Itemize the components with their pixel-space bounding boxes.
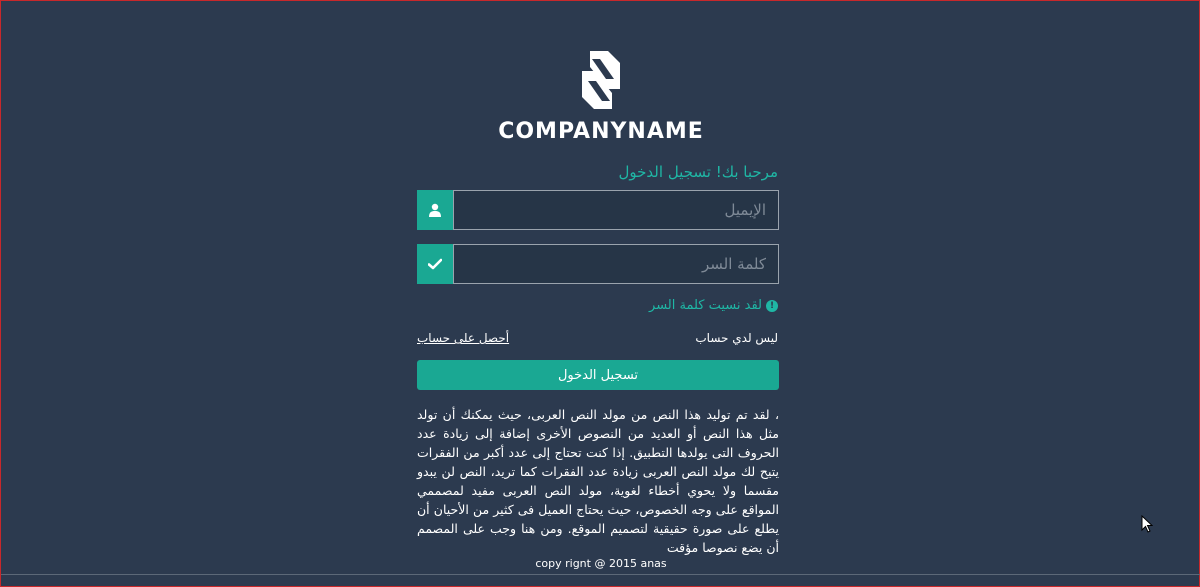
forgot-password-label: لقد نسيت كلمة السر — [649, 298, 762, 313]
mouse-cursor-icon — [1141, 515, 1153, 533]
user-icon — [429, 203, 441, 217]
login-button[interactable]: تسجيل الدخول — [417, 360, 779, 390]
password-icon-box — [417, 244, 453, 284]
email-input[interactable] — [453, 190, 779, 230]
info-icon: ! — [766, 299, 778, 312]
company-monogram-icon — [582, 51, 620, 109]
check-icon — [428, 258, 442, 270]
company-logo: COMPANYNAME — [1, 49, 1200, 144]
forgot-password-link[interactable]: ! لقد نسيت كلمة السر — [649, 298, 778, 313]
copyright-text: copy rignt @ 2015 anas — [535, 557, 667, 570]
password-field-group — [417, 244, 779, 284]
no-account-text: ليس لدي حساب — [695, 331, 778, 345]
description-text: ، لقد تم توليد هذا النص من مولد النص الع… — [417, 407, 779, 555]
company-name: COMPANYNAME — [498, 119, 704, 144]
password-input[interactable] — [453, 244, 779, 284]
email-field-group — [417, 190, 779, 230]
welcome-heading: مرحبا بك! تسجيل الدخول — [618, 163, 778, 181]
get-account-link[interactable]: أحصل على حساب — [417, 331, 509, 345]
footer-divider — [1, 574, 1200, 575]
email-icon-box — [417, 190, 453, 230]
